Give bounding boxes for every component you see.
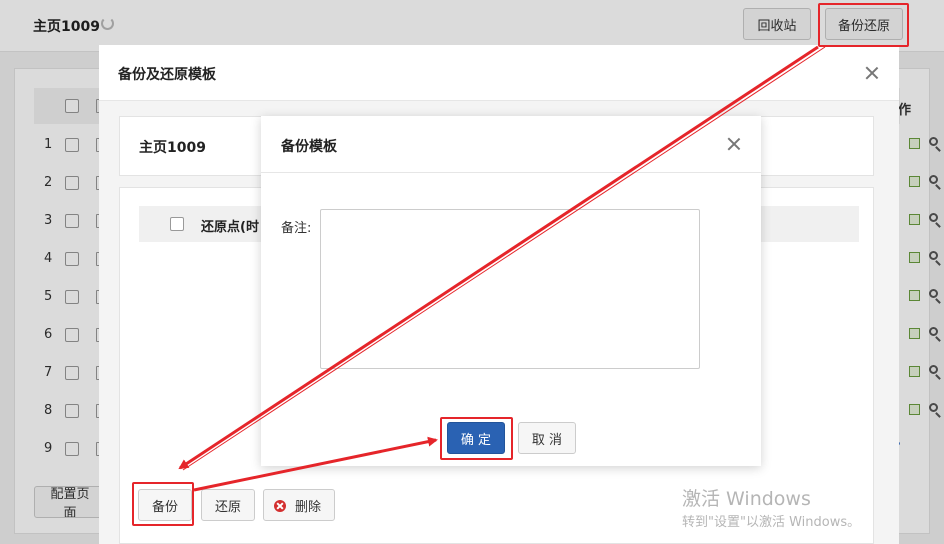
activation-watermark-text: 转到"设置"以激活 Windows。	[682, 515, 861, 530]
activation-watermark-title: 激活 Windows	[682, 488, 811, 510]
arrow-thin-to-backup	[182, 46, 826, 471]
arrow-to-backup	[178, 45, 819, 470]
annotation-arrows	[178, 45, 826, 492]
arrow-to-confirm	[193, 436, 438, 492]
